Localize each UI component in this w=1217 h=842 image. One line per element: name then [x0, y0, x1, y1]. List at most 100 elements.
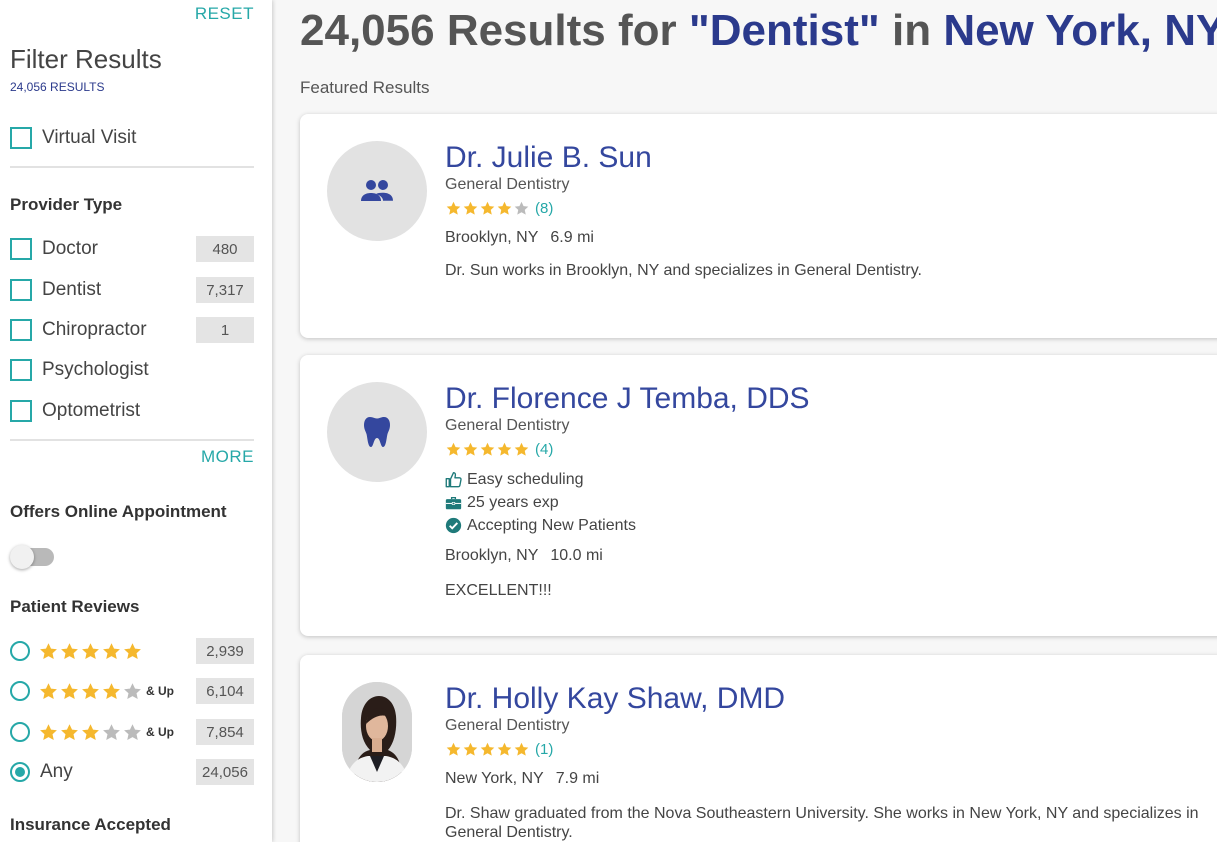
results-main: 24,056 Results for "Dentist" in New York…: [300, 0, 1217, 842]
reviews-radio[interactable]: [10, 641, 30, 661]
online-appointment-toggle[interactable]: [10, 545, 54, 569]
four-star-rating: [38, 681, 143, 702]
feature-label: 25 years exp: [467, 493, 559, 511]
feature-label: Accepting New Patients: [467, 516, 636, 534]
provider-type-label: Psychologist: [42, 359, 149, 380]
dentist-checkbox[interactable]: [10, 279, 32, 301]
provider-specialty: General Dentistry: [445, 176, 570, 193]
feature-easy-scheduling: Easy scheduling: [445, 468, 1217, 491]
group-icon: [361, 180, 393, 201]
provider-city: Brooklyn, NY: [445, 229, 539, 246]
provider-type-optometrist[interactable]: Optometrist: [10, 397, 254, 425]
star-rating: [445, 441, 530, 458]
provider-distance: 7.9 mi: [555, 770, 600, 787]
star-filled-icon: [40, 723, 57, 740]
review-count-link[interactable]: (8): [535, 200, 553, 217]
briefcase-icon: [445, 496, 462, 510]
three-star-rating: [38, 722, 143, 743]
virtual-visit-label: Virtual Visit: [42, 127, 137, 148]
provider-type-chiropractor[interactable]: Chiropractor 1: [10, 316, 254, 344]
count-badge: 480: [196, 236, 254, 262]
star-empty-icon: [124, 723, 141, 740]
reviews-any-label: Any: [40, 761, 73, 782]
count-badge: 6,104: [196, 678, 254, 704]
patient-reviews-heading: Patient Reviews: [10, 597, 140, 616]
reviews-option-any[interactable]: Any 24,056: [10, 758, 254, 786]
virtual-visit-checkbox[interactable]: [10, 127, 32, 149]
provider-type-psychologist[interactable]: Psychologist: [10, 356, 254, 384]
psychologist-checkbox[interactable]: [10, 359, 32, 381]
provider-location: Brooklyn, NY 6.9 mi: [445, 229, 1217, 247]
provider-type-doctor[interactable]: Doctor 480: [10, 235, 254, 263]
reviews-radio[interactable]: [10, 681, 30, 701]
provider-rating: (4): [445, 439, 1217, 459]
provider-name-link[interactable]: Dr. Julie B. Sun: [445, 140, 1217, 176]
provider-name-link[interactable]: Dr. Holly Kay Shaw, DMD: [445, 681, 1217, 717]
thumbs-up-icon: [445, 472, 462, 488]
star-filled-icon: [463, 442, 478, 456]
chiropractor-checkbox[interactable]: [10, 319, 32, 341]
optometrist-checkbox[interactable]: [10, 400, 32, 422]
toggle-knob: [10, 545, 34, 569]
provider-features: Easy scheduling 25 years exp Accepting N…: [445, 468, 1217, 537]
review-count-link[interactable]: (4): [535, 441, 553, 458]
filter-sidebar: RESET Filter Results 24,056 RESULTS Virt…: [0, 0, 272, 842]
star-filled-icon: [463, 742, 478, 756]
star-filled-icon: [82, 723, 99, 740]
star-empty-icon: [124, 682, 141, 699]
star-empty-icon: [514, 201, 529, 215]
provider-card[interactable]: Dr. Florence J Temba, DDS General Dentis…: [300, 355, 1217, 636]
and-up-label: & Up: [146, 725, 174, 739]
search-location: New York, NY: [943, 6, 1217, 55]
reviews-option-5-stars[interactable]: 2,939: [10, 637, 254, 665]
reviews-option-4-stars[interactable]: & Up 6,104: [10, 677, 254, 705]
reviews-option-3-stars[interactable]: & Up 7,854: [10, 718, 254, 746]
featured-results-label: Featured Results: [300, 78, 430, 97]
provider-photo: [342, 682, 412, 782]
provider-distance: 6.9 mi: [550, 229, 594, 246]
more-provider-types-button[interactable]: MORE: [201, 447, 254, 467]
avatar: [327, 141, 427, 241]
virtual-visit-filter[interactable]: Virtual Visit: [10, 124, 254, 152]
check-circle-icon: [445, 517, 462, 534]
provider-rating: (8): [445, 198, 1217, 218]
star-filled-icon: [61, 642, 78, 659]
star-filled-icon: [480, 742, 495, 756]
search-query: "Dentist": [688, 6, 880, 55]
provider-description: Dr. Shaw graduated from the Nova Southea…: [445, 805, 1199, 841]
provider-name-link[interactable]: Dr. Florence J Temba, DDS: [445, 381, 1217, 417]
provider-type-label: Dentist: [42, 279, 102, 300]
star-filled-icon: [514, 442, 529, 456]
provider-info: Dr. Florence J Temba, DDS General Dentis…: [445, 381, 1217, 600]
filter-title: Filter Results: [10, 44, 162, 74]
star-filled-icon: [446, 201, 461, 215]
feature-label: Easy scheduling: [467, 470, 584, 488]
reviews-radio[interactable]: [10, 722, 30, 742]
provider-info: Dr. Julie B. Sun General Dentistry (8) B…: [445, 140, 1217, 280]
star-filled-icon: [61, 723, 78, 740]
profile-photo: [342, 682, 412, 782]
provider-type-heading: Provider Type: [10, 195, 123, 214]
star-empty-icon: [103, 723, 120, 740]
star-filled-icon: [103, 642, 120, 659]
reset-button[interactable]: RESET: [195, 4, 254, 24]
provider-type-label: Doctor: [42, 238, 98, 259]
provider-card[interactable]: Dr. Julie B. Sun General Dentistry (8) B…: [300, 114, 1217, 338]
count-badge: 7,854: [196, 719, 254, 745]
provider-description: Dr. Sun works in Brooklyn, NY and specia…: [445, 262, 922, 279]
star-filled-icon: [497, 201, 512, 215]
and-up-label: & Up: [146, 684, 174, 698]
star-filled-icon: [463, 201, 478, 215]
review-count-link[interactable]: (1): [535, 741, 553, 758]
reviews-radio-selected[interactable]: [10, 762, 30, 782]
provider-type-dentist[interactable]: Dentist 7,317: [10, 276, 254, 304]
online-appointment-heading: Offers Online Appointment: [10, 502, 227, 521]
star-filled-icon: [40, 642, 57, 659]
provider-card[interactable]: Dr. Holly Kay Shaw, DMD General Dentistr…: [300, 655, 1217, 842]
five-star-rating: [38, 641, 143, 662]
results-headline: 24,056 Results for "Dentist" in New York…: [300, 6, 1217, 56]
count-badge: 24,056: [196, 759, 254, 785]
provider-type-label: Optometrist: [42, 400, 141, 421]
star-filled-icon: [446, 742, 461, 756]
doctor-checkbox[interactable]: [10, 238, 32, 260]
